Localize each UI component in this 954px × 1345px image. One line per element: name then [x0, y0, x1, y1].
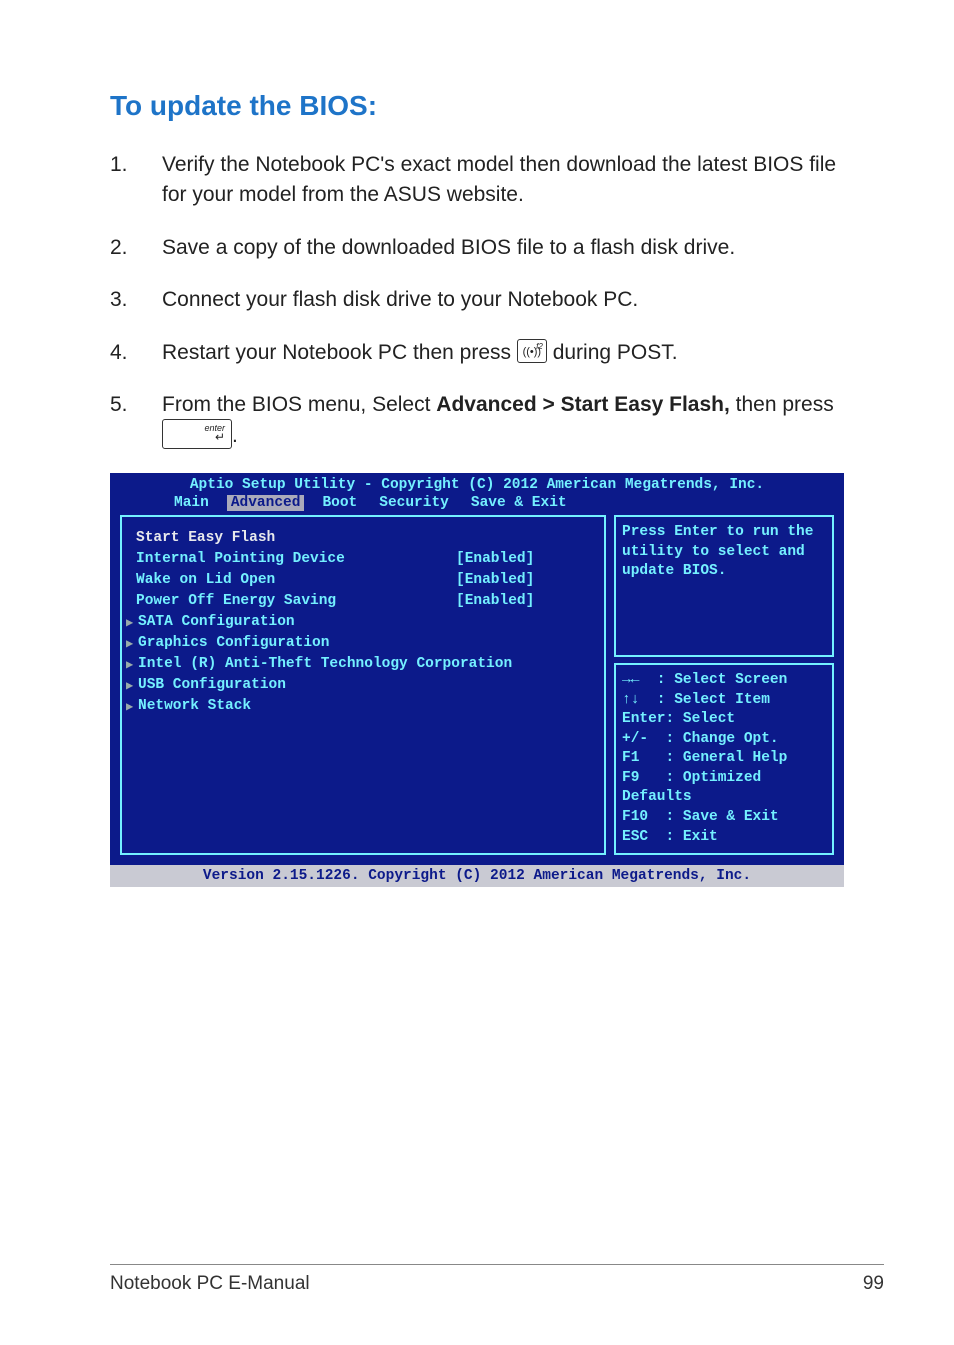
bios-submenu[interactable]: ▶Network Stack: [126, 698, 594, 714]
bios-tabs: Main Advanced Boot Security Save & Exit: [110, 495, 844, 515]
bios-option-label: Start Easy Flash: [136, 530, 456, 546]
submenu-label: USB Configuration: [138, 677, 286, 693]
bios-submenu[interactable]: ▶Graphics Configuration: [126, 635, 594, 651]
triangle-icon: ▶: [126, 678, 136, 693]
f2-key-icon: f2 ((•)): [517, 339, 547, 363]
enter-key-icon: enter ↵: [162, 419, 232, 449]
bios-help-panel: Press Enter to run the utility to select…: [614, 515, 834, 855]
bios-submenu[interactable]: ▶SATA Configuration: [126, 614, 594, 630]
bios-help-bottom: →← : Select Screen ↑↓ : Select Item Ente…: [614, 663, 834, 855]
bios-screenshot: Aptio Setup Utility - Copyright (C) 2012…: [110, 473, 844, 887]
step-number: 3.: [110, 285, 162, 315]
step-pre: From the BIOS menu, Select: [162, 393, 436, 416]
bios-option-label: Power Off Energy Saving: [136, 593, 456, 609]
steps-list: 1. Verify the Notebook PC's exact model …: [110, 150, 844, 451]
submenu-label: Graphics Configuration: [138, 635, 329, 651]
bios-submenu[interactable]: ▶USB Configuration: [126, 677, 594, 693]
bios-option-value: [Enabled]: [456, 593, 534, 609]
triangle-icon: ▶: [126, 699, 136, 714]
bios-tab-advanced[interactable]: Advanced: [227, 495, 305, 511]
bios-option-label: Internal Pointing Device: [136, 551, 456, 567]
step-text: Verify the Notebook PC's exact model the…: [162, 150, 844, 211]
bios-option-label: Wake on Lid Open: [136, 572, 456, 588]
bios-main-panel: Start Easy Flash Internal Pointing Devic…: [120, 515, 606, 855]
bios-title: Aptio Setup Utility - Copyright (C) 2012…: [110, 473, 844, 495]
page-footer: Notebook PC E-Manual 99: [110, 1264, 884, 1295]
enter-arrow-icon: ↵: [215, 429, 225, 446]
triangle-icon: ▶: [126, 636, 136, 651]
bios-option[interactable]: Power Off Energy Saving [Enabled]: [136, 593, 594, 609]
step-post: during POST.: [553, 341, 678, 364]
step-2: 2. Save a copy of the downloaded BIOS fi…: [110, 233, 844, 263]
footer-left: Notebook PC E-Manual: [110, 1273, 310, 1295]
submenu-label: Intel (R) Anti-Theft Technology Corporat…: [138, 656, 512, 672]
bios-tab-security[interactable]: Security: [375, 495, 453, 511]
bios-option-value: [Enabled]: [456, 551, 534, 567]
step-pre: Restart your Notebook PC then press: [162, 341, 517, 364]
step-5: 5. From the BIOS menu, Select Advanced >…: [110, 390, 844, 451]
key-sup: f2: [536, 341, 543, 353]
step-bold: Advanced > Start Easy Flash,: [436, 393, 730, 416]
submenu-label: Network Stack: [138, 698, 251, 714]
step-mid: then press: [730, 393, 834, 416]
step-number: 2.: [110, 233, 162, 263]
bios-tab-save-exit[interactable]: Save & Exit: [467, 495, 571, 511]
step-text: Connect your flash disk drive to your No…: [162, 285, 844, 315]
bios-option[interactable]: Internal Pointing Device [Enabled]: [136, 551, 594, 567]
bios-tab-main[interactable]: Main: [170, 495, 213, 511]
bios-option[interactable]: Start Easy Flash: [136, 530, 594, 546]
footer-page-number: 99: [863, 1273, 884, 1295]
bios-option-value: [Enabled]: [456, 572, 534, 588]
step-number: 4.: [110, 338, 162, 368]
bios-submenu[interactable]: ▶Intel (R) Anti-Theft Technology Corpora…: [126, 656, 594, 672]
triangle-icon: ▶: [126, 657, 136, 672]
submenu-label: SATA Configuration: [138, 614, 295, 630]
step-post: .: [232, 424, 238, 447]
section-heading: To update the BIOS:: [110, 90, 844, 122]
step-number: 5.: [110, 390, 162, 451]
step-4: 4. Restart your Notebook PC then press f…: [110, 338, 844, 368]
bios-tab-boot[interactable]: Boot: [318, 495, 361, 511]
step-3: 3. Connect your flash disk drive to your…: [110, 285, 844, 315]
step-number: 1.: [110, 150, 162, 211]
step-text: From the BIOS menu, Select Advanced > St…: [162, 390, 844, 451]
step-text: Save a copy of the downloaded BIOS file …: [162, 233, 844, 263]
step-text: Restart your Notebook PC then press f2 (…: [162, 338, 844, 368]
bios-footer: Version 2.15.1226. Copyright (C) 2012 Am…: [110, 865, 844, 887]
step-1: 1. Verify the Notebook PC's exact model …: [110, 150, 844, 211]
bios-option[interactable]: Wake on Lid Open [Enabled]: [136, 572, 594, 588]
bios-help-top: Press Enter to run the utility to select…: [614, 515, 834, 657]
triangle-icon: ▶: [126, 615, 136, 630]
